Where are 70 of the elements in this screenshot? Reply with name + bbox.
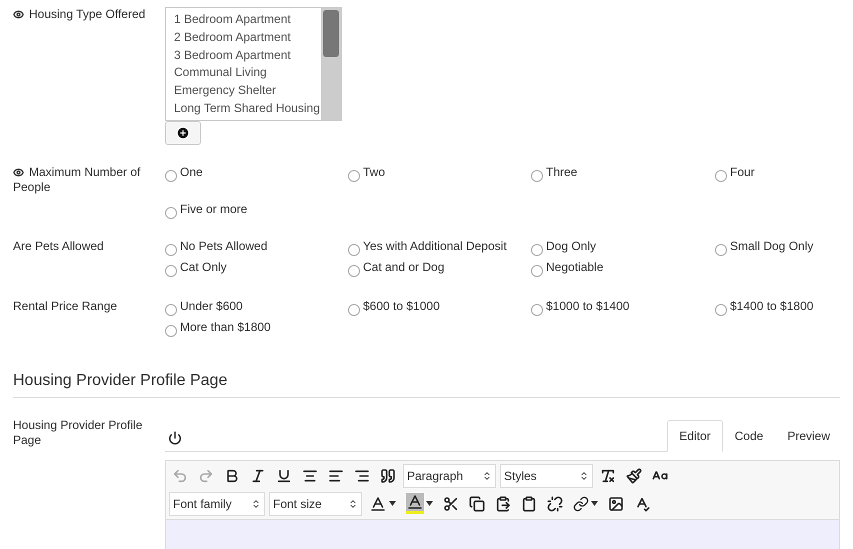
radio-option[interactable]: One xyxy=(165,165,348,182)
redo-icon xyxy=(198,468,214,484)
radio-option[interactable]: Dog Only xyxy=(531,239,715,256)
radio-option[interactable]: $1000 to $1400 xyxy=(531,299,715,316)
radio-option[interactable]: Cat Only xyxy=(165,260,348,277)
copy-icon xyxy=(469,496,485,512)
housing-type-listbox[interactable]: 1 Bedroom Apartment 2 Bedroom Apartment 3 Bedroom Apartment Communal Living Emergency Shelter Long Term Shared Housing xyxy=(165,7,342,121)
align-right-icon xyxy=(354,468,370,484)
field-label: Maximum Number of People xyxy=(13,165,140,194)
radio-option[interactable]: Small Dog Only xyxy=(715,239,845,256)
eye-icon xyxy=(13,167,24,178)
section-title: Housing Provider Profile Page xyxy=(13,361,840,398)
radio-option[interactable]: No Pets Allowed xyxy=(165,239,348,256)
highlight-color-button[interactable] xyxy=(403,491,436,516)
undo-icon xyxy=(172,468,188,484)
add-button[interactable] xyxy=(165,121,201,145)
paste-icon xyxy=(495,496,511,512)
caret-icon xyxy=(591,501,598,506)
radio-option[interactable]: Yes with Additional Deposit xyxy=(348,239,531,256)
styles-select[interactable]: Styles xyxy=(500,464,593,488)
format-select[interactable]: Paragraph xyxy=(403,464,496,488)
caret-icon xyxy=(426,501,433,506)
editor-tab[interactable]: Editor xyxy=(667,420,723,452)
field-label: Housing Provider Profile Page xyxy=(13,418,142,447)
list-option[interactable]: Emergency Shelter xyxy=(174,82,321,100)
updown-icon xyxy=(579,471,589,481)
font-size-select[interactable]: Font size xyxy=(269,492,362,516)
radio-option[interactable]: $1400 to $1800 xyxy=(715,299,845,316)
clear-format-icon xyxy=(600,468,616,484)
updown-icon xyxy=(482,471,492,481)
image-icon xyxy=(608,496,624,512)
bold-icon xyxy=(224,468,240,484)
list-option[interactable]: 1 Bedroom Apartment xyxy=(174,11,321,29)
spellcheck-icon xyxy=(634,496,650,512)
updown-icon xyxy=(348,498,358,508)
caret-icon xyxy=(389,501,396,506)
list-option[interactable]: Communal Living xyxy=(174,64,321,82)
list-option[interactable]: 3 Bedroom Apartment xyxy=(174,46,321,64)
radio-option[interactable]: $600 to $1000 xyxy=(348,299,531,316)
text-color-icon xyxy=(369,494,387,512)
align-left-icon xyxy=(328,468,344,484)
radio-option[interactable]: Cat and or Dog xyxy=(348,260,531,277)
brush-icon xyxy=(626,468,642,484)
radio-option[interactable]: More than $1800 xyxy=(165,320,348,337)
radio-option[interactable]: Five or more xyxy=(165,202,348,219)
list-option[interactable]: 2 Bedroom Apartment xyxy=(174,28,321,47)
clipboard-icon xyxy=(521,496,537,512)
underline-icon xyxy=(276,468,292,484)
align-center-icon xyxy=(302,468,318,484)
radio-option[interactable]: Two xyxy=(348,165,531,182)
power-icon xyxy=(168,431,182,445)
unlink-icon xyxy=(547,496,563,512)
field-label: Are Pets Allowed xyxy=(13,239,104,253)
field-label: Rental Price Range xyxy=(13,299,118,313)
eye-icon xyxy=(13,9,24,20)
quote-icon xyxy=(380,468,396,484)
scissors-icon xyxy=(443,496,459,512)
radio-option[interactable]: Four xyxy=(715,165,845,182)
scrollbar-thumb[interactable] xyxy=(323,10,339,57)
font-family-select[interactable]: Font family xyxy=(169,492,265,516)
link-icon xyxy=(573,496,589,512)
radio-option[interactable]: Under $600 xyxy=(165,299,348,316)
plus-icon xyxy=(176,126,190,140)
list-option[interactable]: Long Term Shared Housing xyxy=(174,100,321,118)
radio-option[interactable]: Negotiable xyxy=(531,260,715,277)
highlight-icon xyxy=(406,493,424,514)
field-label: Housing Type Offered xyxy=(13,7,146,21)
italic-icon xyxy=(250,468,266,484)
radio-option[interactable]: Three xyxy=(531,165,715,182)
updown-icon xyxy=(251,498,261,508)
